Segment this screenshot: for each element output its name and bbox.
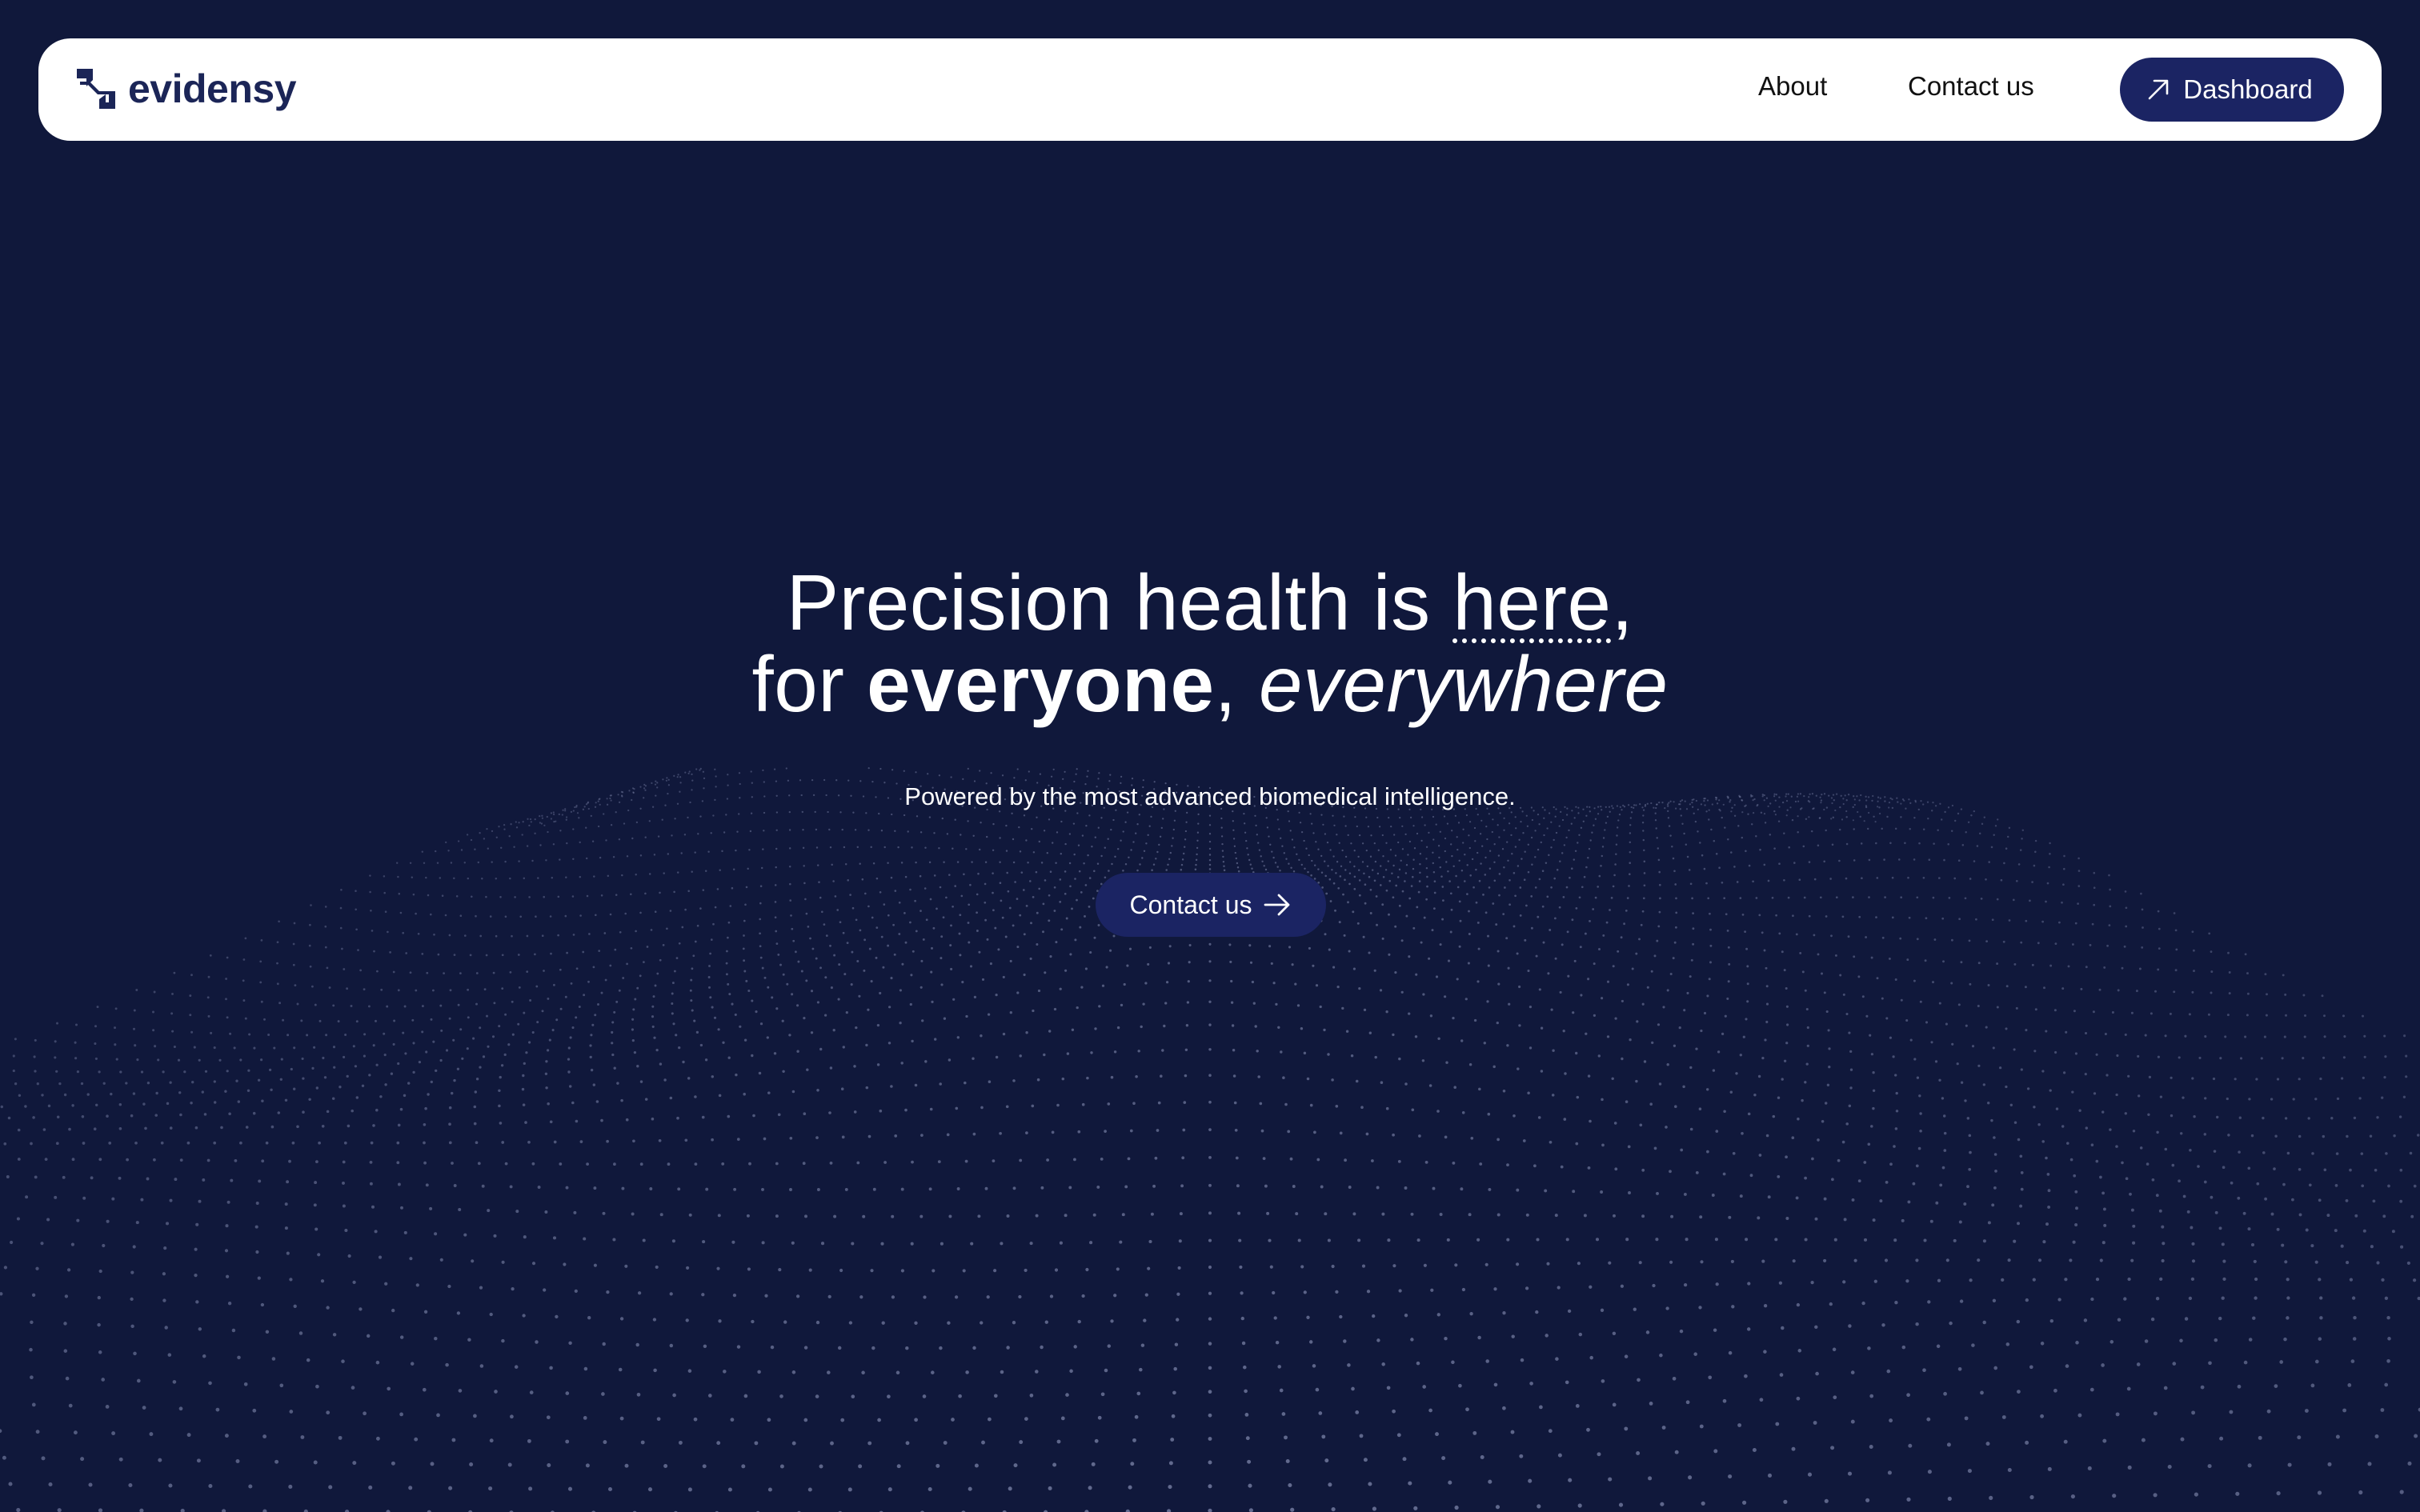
- arrow-right-icon: [1264, 894, 1290, 916]
- arrow-up-right-icon: [2148, 79, 2169, 100]
- nav-about-link[interactable]: About: [1758, 69, 1827, 104]
- hero-subtitle: Powered by the most advanced biomedical …: [904, 782, 1516, 810]
- evidensy-logo-icon: [77, 69, 115, 109]
- hero-contact-button[interactable]: Contact us: [1096, 873, 1326, 937]
- hero-headline: Precision health is here, for everyone, …: [0, 562, 2420, 725]
- headline-here-word: here: [1452, 558, 1612, 646]
- nav-contact-link[interactable]: Contact us: [1908, 69, 2034, 104]
- headline-line2-prefix: for: [751, 640, 867, 728]
- headline-everyone-word: everyone: [867, 640, 1215, 728]
- hero-contact-button-label: Contact us: [1129, 890, 1252, 919]
- headline-line-1: Precision health is here,: [787, 558, 1633, 646]
- hero-section: Precision health is here, for everyone, …: [0, 562, 2420, 813]
- headline-line-2: for everyone, everywhere: [751, 640, 1668, 728]
- top-navbar: evidensy About Contact us Dashboard: [38, 38, 2382, 141]
- headline-line2-mid: ,: [1214, 640, 1259, 728]
- brand-name: evidensy: [128, 66, 297, 111]
- brand-logo-link[interactable]: evidensy: [75, 66, 297, 111]
- landing-page: evidensy About Contact us Dashboard Prec…: [0, 0, 2420, 1512]
- dashboard-button[interactable]: Dashboard: [2120, 58, 2344, 122]
- headline-line1-prefix: Precision health is: [786, 558, 1453, 646]
- headline-line1-suffix: ,: [1611, 558, 1634, 646]
- headline-everywhere-word: everywhere: [1258, 640, 1669, 728]
- dashboard-button-label: Dashboard: [2183, 74, 2313, 104]
